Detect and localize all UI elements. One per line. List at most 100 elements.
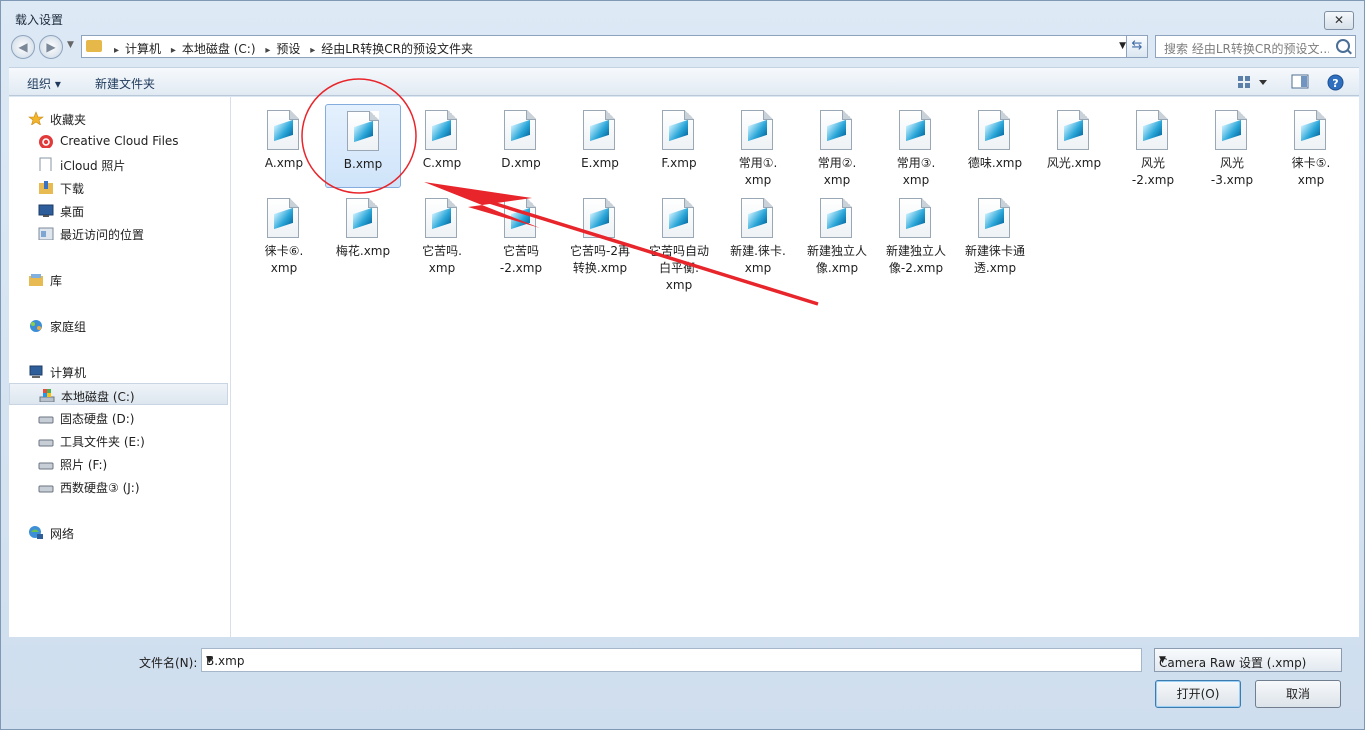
file-item[interactable]: 徕卡⑥. xmp [246,192,322,276]
open-button[interactable]: 打开(O) [1155,680,1241,708]
sidebar-item-label: 收藏夹 [50,113,87,127]
sidebar-item-recent-places[interactable]: 最近访问的位置 [9,222,228,244]
refresh-button[interactable]: ⇆ [1126,35,1148,58]
address-dropdown-icon[interactable]: ▼ [1119,41,1126,51]
drive-icon [38,416,54,424]
file-item[interactable]: B.xmp [325,104,401,188]
file-item[interactable]: 新建.徕卡. xmp [720,192,796,276]
page-icon [39,157,52,171]
xmp-file-icon [347,111,379,151]
back-arrow-icon: ◀ [18,40,28,54]
sidebar-item-computer[interactable]: 计算机 [9,360,228,382]
sidebar-item-homegroup[interactable]: 家庭组 [9,314,228,336]
file-name-label: 德味.xmp [967,156,1023,170]
file-type-select[interactable]: Camera Raw 设置 (.xmp) ▼ [1154,648,1342,672]
organize-menu[interactable]: 组织 ▾ [27,75,61,92]
network-icon [29,526,43,539]
filename-input[interactable]: B.xmp ▼ [201,648,1142,672]
file-item[interactable]: 风光 -3.xmp [1194,104,1270,188]
breadcrumb-local-disk[interactable]: 本地磁盘 (C:) [182,42,256,56]
chevron-down-icon[interactable]: ▼ [206,655,1137,665]
sidebar-item-icloud-photos[interactable]: iCloud 照片 [9,153,228,175]
xmp-file-icon [504,110,536,150]
breadcrumb-presets[interactable]: 预设 [276,42,300,56]
file-name-label: 风光.xmp [1046,156,1102,170]
sidebar-item-local-disk-c[interactable]: 本地磁盘 (C:) [9,383,228,405]
forward-arrow-icon: ▶ [46,40,56,54]
star-icon [28,111,44,125]
file-name-label: 徕卡⑥. xmp [264,244,304,275]
file-item[interactable]: 常用③. xmp [878,104,954,188]
sidebar-item-drive-f[interactable]: 照片 (F:) [9,452,228,474]
file-item[interactable]: 风光 -2.xmp [1115,104,1191,188]
sidebar-item-drive-j[interactable]: 西数硬盘③ (J:) [9,475,228,497]
file-name-label: 新建独立人 像-2.xmp [885,244,946,275]
file-item[interactable]: 新建独立人 像.xmp [799,192,875,276]
file-name-label: A.xmp [264,156,304,170]
file-item[interactable]: 徕卡⑤. xmp [1273,104,1349,188]
sidebar-item-label: 西数硬盘③ (J:) [60,481,140,495]
file-name-label: 新建徕卡通 透.xmp [964,244,1025,275]
xmp-file-icon [1136,110,1168,150]
file-name-label: F.xmp [661,156,697,170]
file-item[interactable]: D.xmp [483,104,559,188]
drive-icon [38,439,54,447]
sidebar-item-libraries[interactable]: 库 [9,268,228,290]
drive-icon [38,485,54,493]
drive-icon [38,462,54,470]
xmp-file-icon [899,110,931,150]
xmp-file-icon [662,198,694,238]
xmp-file-icon [662,110,694,150]
sidebar-item-label: 最近访问的位置 [60,228,145,242]
cancel-button[interactable]: 取消 [1255,680,1341,708]
back-button[interactable]: ◀ [11,35,35,59]
file-item[interactable]: 新建徕卡通 透.xmp [957,192,1033,276]
sidebar-item-creative-cloud[interactable]: Creative Cloud Files [9,130,228,152]
help-icon[interactable]: ? [1327,74,1344,91]
file-item[interactable]: 常用②. xmp [799,104,875,188]
view-options-icon[interactable] [1237,74,1267,90]
file-item[interactable]: 它苦吗-2再 转换.xmp [562,192,638,276]
file-item[interactable]: 风光.xmp [1036,104,1112,188]
address-bar[interactable]: ▸ 计算机 ▸ 本地磁盘 (C:) ▸ 预设 ▸ 经由LR转换CR的预设文件夹 ▼ [81,35,1131,58]
recent-pages-dropdown[interactable]: ▼ [67,40,74,50]
search-input[interactable]: 搜索 经由LR转换CR的预设文... [1164,40,1329,57]
file-item[interactable]: 它苦吗 -2.xmp [483,192,559,276]
file-name-label: 风光 -2.xmp [1131,156,1175,187]
sidebar-item-drive-e[interactable]: 工具文件夹 (E:) [9,429,228,451]
file-item[interactable]: A.xmp [246,104,322,188]
file-item[interactable]: 梅花.xmp [325,192,401,276]
sidebar-item-desktop[interactable]: 桌面 [9,199,228,221]
file-name-label: 风光 -3.xmp [1210,156,1254,187]
sidebar-item-downloads[interactable]: 下载 [9,176,228,198]
sidebar-item-drive-d[interactable]: 固态硬盘 (D:) [9,406,228,428]
creative-cloud-icon [39,135,53,148]
file-name-label: 梅花.xmp [335,244,391,258]
new-folder-button[interactable]: 新建文件夹 [95,75,155,92]
preview-pane-icon[interactable] [1291,74,1309,90]
sidebar-item-favorites[interactable]: 收藏夹 [9,107,228,129]
sidebar-item-label: iCloud 照片 [60,159,126,173]
sidebar-item-label: 桌面 [60,205,85,219]
file-item[interactable]: E.xmp [562,104,638,188]
sidebar-item-label: 工具文件夹 (E:) [60,435,145,449]
search-box[interactable]: 搜索 经由LR转换CR的预设文... [1155,35,1356,58]
sidebar-item-label: 网络 [50,527,75,541]
breadcrumb-computer[interactable]: 计算机 [125,42,161,56]
file-item[interactable]: 德味.xmp [957,104,1033,188]
breadcrumb-current-folder[interactable]: 经由LR转换CR的预设文件夹 [321,42,473,56]
file-item[interactable]: 常用①. xmp [720,104,796,188]
file-item[interactable]: 它苦吗自动 白平衡. xmp [641,192,717,292]
file-item[interactable]: 它苦吗. xmp [404,192,480,276]
sidebar-item-network[interactable]: 网络 [9,521,228,543]
file-item[interactable]: C.xmp [404,104,480,188]
file-item[interactable]: F.xmp [641,104,717,188]
xmp-file-icon [899,198,931,238]
file-item[interactable]: 新建独立人 像-2.xmp [878,192,954,276]
file-name-label: 常用②. xmp [817,156,857,187]
forward-button[interactable]: ▶ [39,35,63,59]
file-name-label: 徕卡⑤. xmp [1291,156,1331,187]
sidebar-item-label: 下载 [60,182,85,196]
windows-drive-icon [39,389,55,402]
close-button[interactable]: ✕ [1324,11,1354,30]
